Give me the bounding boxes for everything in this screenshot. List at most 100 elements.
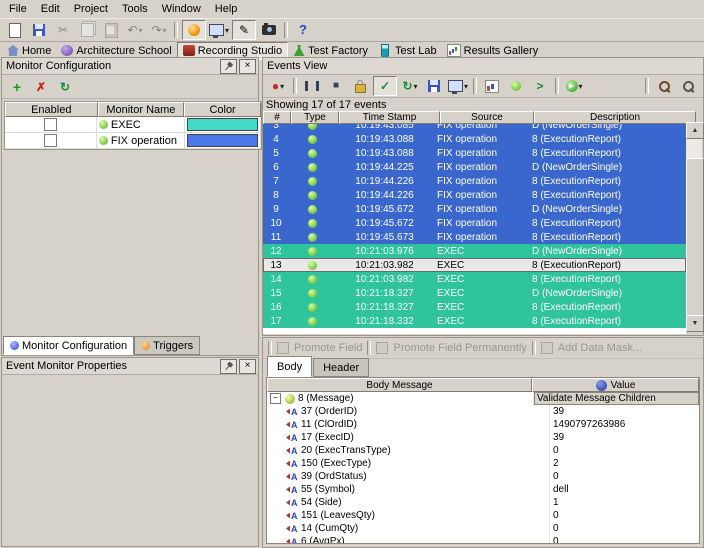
field-row[interactable]: − A 8 (Message) Validate Message Childre… bbox=[267, 392, 699, 405]
field-row[interactable]: − A 54 (Side) 1 bbox=[267, 496, 699, 509]
value-cell[interactable]: 0 bbox=[549, 509, 699, 522]
tab-header[interactable]: Header bbox=[313, 358, 369, 377]
pin-button[interactable] bbox=[220, 359, 237, 374]
cut-button[interactable]: ✂ bbox=[52, 21, 74, 39]
display-events-button[interactable]: ▾ bbox=[447, 77, 469, 95]
validate-toggle-button[interactable]: ✓ bbox=[373, 76, 397, 96]
event-row[interactable]: 9 10:19:45.672 FIX operation D (NewOrder… bbox=[263, 202, 686, 216]
event-row[interactable]: 17 10:21:18.332 EXEC 8 (ExecutionReport) bbox=[263, 314, 686, 328]
tab-triggers[interactable]: Triggers bbox=[134, 336, 200, 355]
next-event-button[interactable]: > bbox=[529, 77, 551, 95]
field-row[interactable]: − A 150 (ExecType) 2 bbox=[267, 457, 699, 470]
event-row[interactable]: 14 10:21:03.982 EXEC 8 (ExecutionReport) bbox=[263, 272, 686, 286]
event-row[interactable]: 3 10:19:43.085 FIX operation D (NewOrder… bbox=[263, 124, 686, 132]
value-cell[interactable]: 0 bbox=[549, 522, 699, 535]
report-button[interactable] bbox=[481, 77, 503, 95]
find-button[interactable] bbox=[653, 77, 675, 95]
value-cell[interactable]: 1 bbox=[549, 496, 699, 509]
column-header-source[interactable]: Source bbox=[440, 111, 534, 124]
event-row[interactable]: 6 10:19:44.225 FIX operation D (NewOrder… bbox=[263, 160, 686, 174]
copy-button[interactable] bbox=[76, 21, 98, 39]
field-row[interactable]: − A 14 (CumQty) 0 bbox=[267, 522, 699, 535]
tree-expander[interactable]: − bbox=[270, 393, 281, 404]
redo-button[interactable]: ↷▾ bbox=[148, 21, 170, 39]
column-header-color[interactable]: Color bbox=[184, 102, 261, 117]
column-header-type[interactable]: Type bbox=[291, 111, 339, 124]
menu-item[interactable]: Help bbox=[208, 2, 245, 16]
field-row[interactable]: − A 17 (ExecID) 39 bbox=[267, 431, 699, 444]
close-button[interactable]: × bbox=[239, 59, 256, 74]
scroll-down-button[interactable]: ▼ bbox=[686, 315, 704, 332]
color-swatch[interactable] bbox=[187, 118, 258, 131]
value-cell[interactable]: 39 bbox=[549, 431, 699, 444]
menu-item[interactable]: File bbox=[2, 2, 34, 16]
menu-item[interactable]: Edit bbox=[34, 2, 67, 16]
event-row[interactable]: 7 10:19:44.226 FIX operation 8 (Executio… bbox=[263, 174, 686, 188]
save-button[interactable] bbox=[28, 21, 50, 39]
add-data-mask-button[interactable]: Add Data Mask... bbox=[558, 342, 642, 354]
field-row[interactable]: − A 20 (ExecTransType) 0 bbox=[267, 444, 699, 457]
run-button[interactable]: ▶▾ bbox=[563, 77, 585, 95]
event-row[interactable]: 11 10:19:45.673 FIX operation 8 (Executi… bbox=[263, 230, 686, 244]
pin-button[interactable] bbox=[220, 59, 237, 74]
promote-field-permanently-button[interactable]: Promote Field Permanently bbox=[393, 342, 526, 354]
delete-monitor-button[interactable]: ✗ bbox=[30, 78, 52, 96]
save-events-button[interactable] bbox=[423, 77, 445, 95]
field-row[interactable]: − A 11 (ClOrdID) 1490797263986 bbox=[267, 418, 699, 431]
field-row[interactable]: − A 55 (Symbol) dell bbox=[267, 483, 699, 496]
event-row[interactable]: 16 10:21:18.327 EXEC 8 (ExecutionReport) bbox=[263, 300, 686, 314]
value-cell[interactable]: 2 bbox=[549, 457, 699, 470]
stop-button[interactable]: ■ bbox=[325, 77, 347, 95]
value-cell[interactable]: 39 bbox=[549, 405, 699, 418]
event-row[interactable]: 13 10:21:03.982 EXEC 8 (ExecutionReport) bbox=[263, 258, 686, 272]
event-row[interactable]: 8 10:19:44.226 FIX operation 8 (Executio… bbox=[263, 188, 686, 202]
event-row[interactable]: 10 10:19:45.672 FIX operation 8 (Executi… bbox=[263, 216, 686, 230]
monitor-row[interactable]: FIX operation bbox=[5, 133, 261, 149]
close-button[interactable]: × bbox=[239, 359, 256, 374]
menu-item[interactable]: Window bbox=[155, 2, 208, 16]
scroll-up-button[interactable]: ▲ bbox=[686, 122, 704, 139]
value-cell[interactable]: 1490797263986 bbox=[549, 418, 699, 431]
snapshot-button[interactable] bbox=[258, 21, 280, 39]
column-header-value[interactable]: Value bbox=[532, 378, 699, 392]
event-row[interactable]: 15 10:21:18.327 EXEC D (NewOrderSingle) bbox=[263, 286, 686, 300]
scrollbar-thumb[interactable] bbox=[686, 158, 704, 318]
promote-field-button[interactable]: Promote Field bbox=[294, 342, 362, 354]
event-marker-button[interactable] bbox=[505, 77, 527, 95]
field-row[interactable]: − A 6 (AvgPx) 0 bbox=[267, 535, 699, 544]
record-button[interactable]: ●▾ bbox=[267, 77, 289, 95]
event-row[interactable]: 12 10:21:03.976 EXEC D (NewOrderSingle) bbox=[263, 244, 686, 258]
menu-item[interactable]: Project bbox=[67, 2, 115, 16]
find-next-button[interactable] bbox=[677, 77, 699, 95]
pause-button[interactable] bbox=[301, 77, 323, 95]
tab-monitor-configuration[interactable]: Monitor Configuration bbox=[3, 336, 134, 355]
record-mode-button[interactable] bbox=[182, 20, 206, 40]
enabled-checkbox[interactable] bbox=[44, 118, 57, 131]
add-monitor-button[interactable]: + bbox=[6, 78, 28, 96]
menu-item[interactable]: Tools bbox=[115, 2, 155, 16]
value-cell[interactable]: Validate Message Children bbox=[533, 392, 699, 405]
value-cell[interactable]: dell bbox=[549, 483, 699, 496]
new-button[interactable] bbox=[4, 21, 26, 39]
column-header-body-message[interactable]: Body Message bbox=[267, 378, 532, 392]
column-header-monitor-name[interactable]: Monitor Name bbox=[98, 102, 185, 117]
help-button[interactable]: ? bbox=[292, 21, 314, 39]
value-cell[interactable]: 0 bbox=[549, 444, 699, 457]
field-row[interactable]: − A 151 (LeavesQty) 0 bbox=[267, 509, 699, 522]
paste-button[interactable] bbox=[100, 21, 122, 39]
edit-mode-button[interactable]: ✎ bbox=[232, 20, 256, 40]
field-row[interactable]: − A 39 (OrdStatus) 0 bbox=[267, 470, 699, 483]
event-row[interactable]: 4 10:19:43.088 FIX operation 8 (Executio… bbox=[263, 132, 686, 146]
column-header-timestamp[interactable]: Time Stamp bbox=[339, 111, 440, 124]
column-header-number[interactable]: # bbox=[263, 111, 291, 124]
display-select-button[interactable]: ▾ bbox=[208, 21, 230, 39]
column-header-enabled[interactable]: Enabled bbox=[5, 102, 98, 117]
lock-button[interactable] bbox=[349, 77, 371, 95]
monitor-row[interactable]: EXEC bbox=[5, 117, 261, 133]
value-cell[interactable]: 0 bbox=[549, 470, 699, 483]
value-cell[interactable]: 0 bbox=[549, 535, 699, 544]
events-scrollbar[interactable]: ▲ ▼ bbox=[686, 122, 702, 332]
column-header-description[interactable]: Description bbox=[534, 111, 696, 124]
field-row[interactable]: − A 37 (OrderID) 39 bbox=[267, 405, 699, 418]
tab-body[interactable]: Body bbox=[267, 356, 312, 377]
